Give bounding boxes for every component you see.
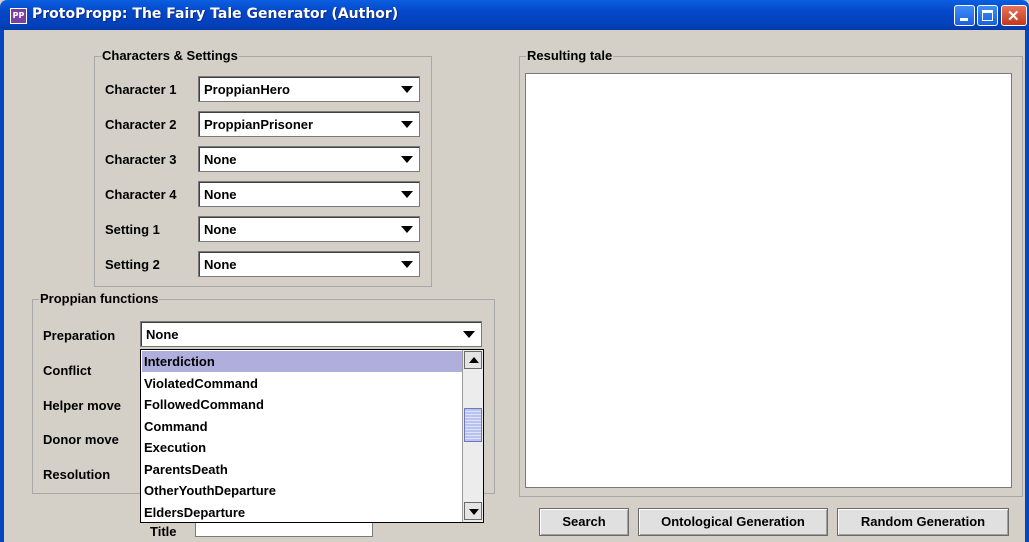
setting-1-combo[interactable]: None (198, 216, 420, 242)
donor-move-label: Donor move (43, 432, 119, 447)
scroll-down-button[interactable] (464, 502, 482, 520)
character-1-value: ProppianHero (204, 82, 290, 97)
app-icon: PP (10, 8, 27, 24)
window-frame-left (0, 30, 4, 542)
dropdown-option[interactable]: ParentsDeath (142, 459, 462, 480)
chevron-down-icon (401, 86, 413, 93)
chevron-down-icon (401, 121, 413, 128)
group-label: Resulting tale (526, 48, 614, 63)
arrow-up-icon (469, 357, 479, 363)
dropdown-option[interactable]: Command (142, 416, 462, 437)
setting-2-combo[interactable]: None (198, 251, 420, 277)
dropdown-option[interactable]: Interdiction (142, 351, 462, 372)
character-2-combo[interactable]: ProppianPrisoner (198, 111, 420, 137)
preparation-value: None (146, 327, 179, 342)
title-bar[interactable]: PP ProtoPropp: The Fairy Tale Generator … (0, 0, 1029, 30)
setting-1-value: None (204, 222, 237, 237)
character-2-label: Character 2 (105, 117, 177, 132)
dropdown-option[interactable]: EldersDeparture (142, 502, 462, 523)
setting-2-label: Setting 2 (105, 257, 160, 272)
chevron-down-icon (401, 226, 413, 233)
character-1-combo[interactable]: ProppianHero (198, 76, 420, 102)
character-1-label: Character 1 (105, 82, 177, 97)
maximize-button[interactable] (977, 5, 998, 26)
dropdown-option[interactable]: OtherYouthDeparture (142, 480, 462, 501)
resolution-label: Resolution (43, 467, 111, 482)
minimize-button[interactable] (954, 5, 975, 26)
character-4-value: None (204, 187, 237, 202)
search-button[interactable]: Search (539, 508, 629, 536)
dropdown-scrollbar[interactable] (462, 350, 483, 522)
character-3-combo[interactable]: None (198, 146, 420, 172)
scroll-up-button[interactable] (464, 351, 482, 369)
dropdown-option[interactable]: Execution (142, 437, 462, 458)
character-3-value: None (204, 152, 237, 167)
scroll-thumb[interactable] (464, 408, 482, 442)
resulting-tale-textarea[interactable] (525, 73, 1012, 488)
group-label: Proppian functions (39, 291, 160, 306)
dropdown-option[interactable]: FollowedCommand (142, 394, 462, 415)
preparation-dropdown-list[interactable]: Interdiction ViolatedCommand FollowedCom… (140, 349, 484, 523)
preparation-combo[interactable]: None (140, 321, 482, 347)
ontological-generation-button[interactable]: Ontological Generation (638, 508, 828, 536)
setting-1-label: Setting 1 (105, 222, 160, 237)
helper-move-label: Helper move (43, 398, 122, 413)
close-button[interactable]: ✕ (1001, 5, 1027, 26)
window-frame-right (1025, 30, 1029, 542)
setting-2-value: None (204, 257, 237, 272)
conflict-label: Conflict (43, 363, 92, 378)
window-title: ProtoPropp: The Fairy Tale Generator (Au… (32, 6, 399, 22)
group-label: Characters & Settings (101, 48, 239, 63)
chevron-down-icon (401, 261, 413, 268)
chevron-down-icon (401, 191, 413, 198)
close-icon: ✕ (1007, 8, 1020, 25)
maximize-icon (982, 10, 993, 21)
chevron-down-icon (463, 331, 475, 338)
title-label: Title (150, 524, 177, 538)
preparation-label: Preparation (43, 328, 116, 343)
arrow-down-icon (469, 509, 479, 515)
chevron-down-icon (401, 156, 413, 163)
character-2-value: ProppianPrisoner (204, 117, 314, 132)
dropdown-option[interactable]: ViolatedCommand (142, 373, 462, 394)
character-4-combo[interactable]: None (198, 181, 420, 207)
random-generation-button[interactable]: Random Generation (837, 508, 1009, 536)
character-4-label: Character 4 (105, 187, 177, 202)
character-3-label: Character 3 (105, 152, 177, 167)
minimize-icon (960, 18, 968, 21)
